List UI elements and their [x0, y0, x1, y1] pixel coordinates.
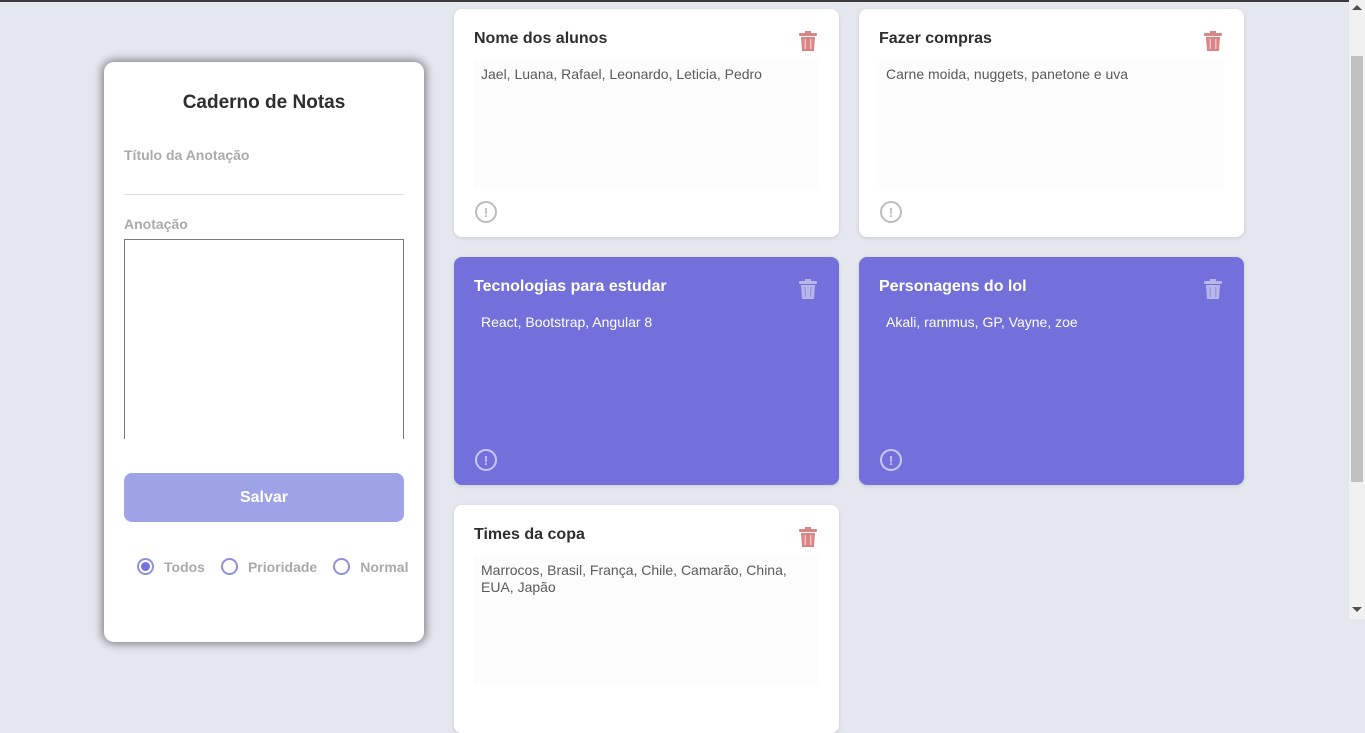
note-card-body: React, Bootstrap, Angular 8: [481, 314, 653, 330]
note-card: Fazer compras Carne moida, nuggets, pane…: [859, 9, 1244, 237]
form-title: Caderno de Notas: [182, 92, 346, 113]
trash-icon[interactable]: [1204, 279, 1222, 299]
note-card: Times da copa Marrocos, Brasil, França, …: [454, 505, 839, 733]
filter-radio-group: Todos Prioridade Normal: [137, 558, 424, 575]
note-content-textarea[interactable]: [124, 239, 404, 439]
exclamation-circle-icon[interactable]: !: [880, 449, 902, 471]
exclamation-circle-icon[interactable]: !: [880, 201, 902, 223]
radio-checked-icon[interactable]: [137, 558, 154, 575]
note-card-body: Jael, Luana, Rafael, Leonardo, Leticia, …: [474, 59, 819, 189]
note-card-body: Carne moida, nuggets, panetone e uva: [879, 59, 1224, 189]
filter-label: Normal: [360, 558, 409, 575]
trash-icon[interactable]: [1204, 31, 1222, 51]
filter-normal[interactable]: Normal: [333, 558, 408, 575]
filter-todos[interactable]: Todos: [137, 558, 205, 575]
note-card-priority: Personagens do lol Akali, rammus, GP, Va…: [859, 257, 1244, 485]
trash-icon[interactable]: [799, 31, 817, 51]
page-scrollbar[interactable]: [1349, 0, 1365, 619]
filter-label: Prioridade: [247, 558, 318, 575]
exclamation-circle-icon[interactable]: !: [475, 201, 497, 223]
trash-icon[interactable]: [799, 527, 817, 547]
trash-icon[interactable]: [799, 279, 817, 299]
title-field-label: Título da Anotação: [124, 147, 250, 163]
scroll-thumb[interactable]: [1351, 56, 1363, 482]
filter-label: Todos: [164, 558, 205, 575]
note-card-title: Tecnologias para estudar: [474, 278, 667, 295]
filter-prioridade[interactable]: Prioridade: [220, 558, 318, 575]
note-card-title: Times da copa: [474, 526, 585, 543]
note-card-body: Akali, rammus, GP, Vayne, zoe: [886, 314, 1078, 330]
note-form-panel: Caderno de Notas Título da Anotação Anot…: [104, 62, 424, 642]
note-title-input[interactable]: [124, 164, 404, 195]
window-top-border: [0, 0, 1349, 2]
scroll-up-arrow-icon[interactable]: [1352, 5, 1362, 10]
note-card-body: Marrocos, Brasil, França, Chile, Camarão…: [474, 555, 819, 685]
scroll-down-arrow-icon[interactable]: [1352, 607, 1362, 612]
note-card-title: Personagens do lol: [879, 278, 1027, 295]
note-card-priority: Tecnologias para estudar React, Bootstra…: [454, 257, 839, 485]
exclamation-circle-icon[interactable]: !: [475, 449, 497, 471]
note-card: Nome dos alunos Jael, Luana, Rafael, Leo…: [454, 9, 839, 237]
note-card-title: Fazer compras: [879, 30, 992, 47]
note-card-title: Nome dos alunos: [474, 30, 608, 47]
note-field-label: Anotação: [124, 216, 188, 232]
save-button[interactable]: Salvar: [124, 473, 404, 522]
radio-unchecked-icon[interactable]: [220, 558, 238, 575]
radio-unchecked-icon[interactable]: [333, 558, 351, 575]
